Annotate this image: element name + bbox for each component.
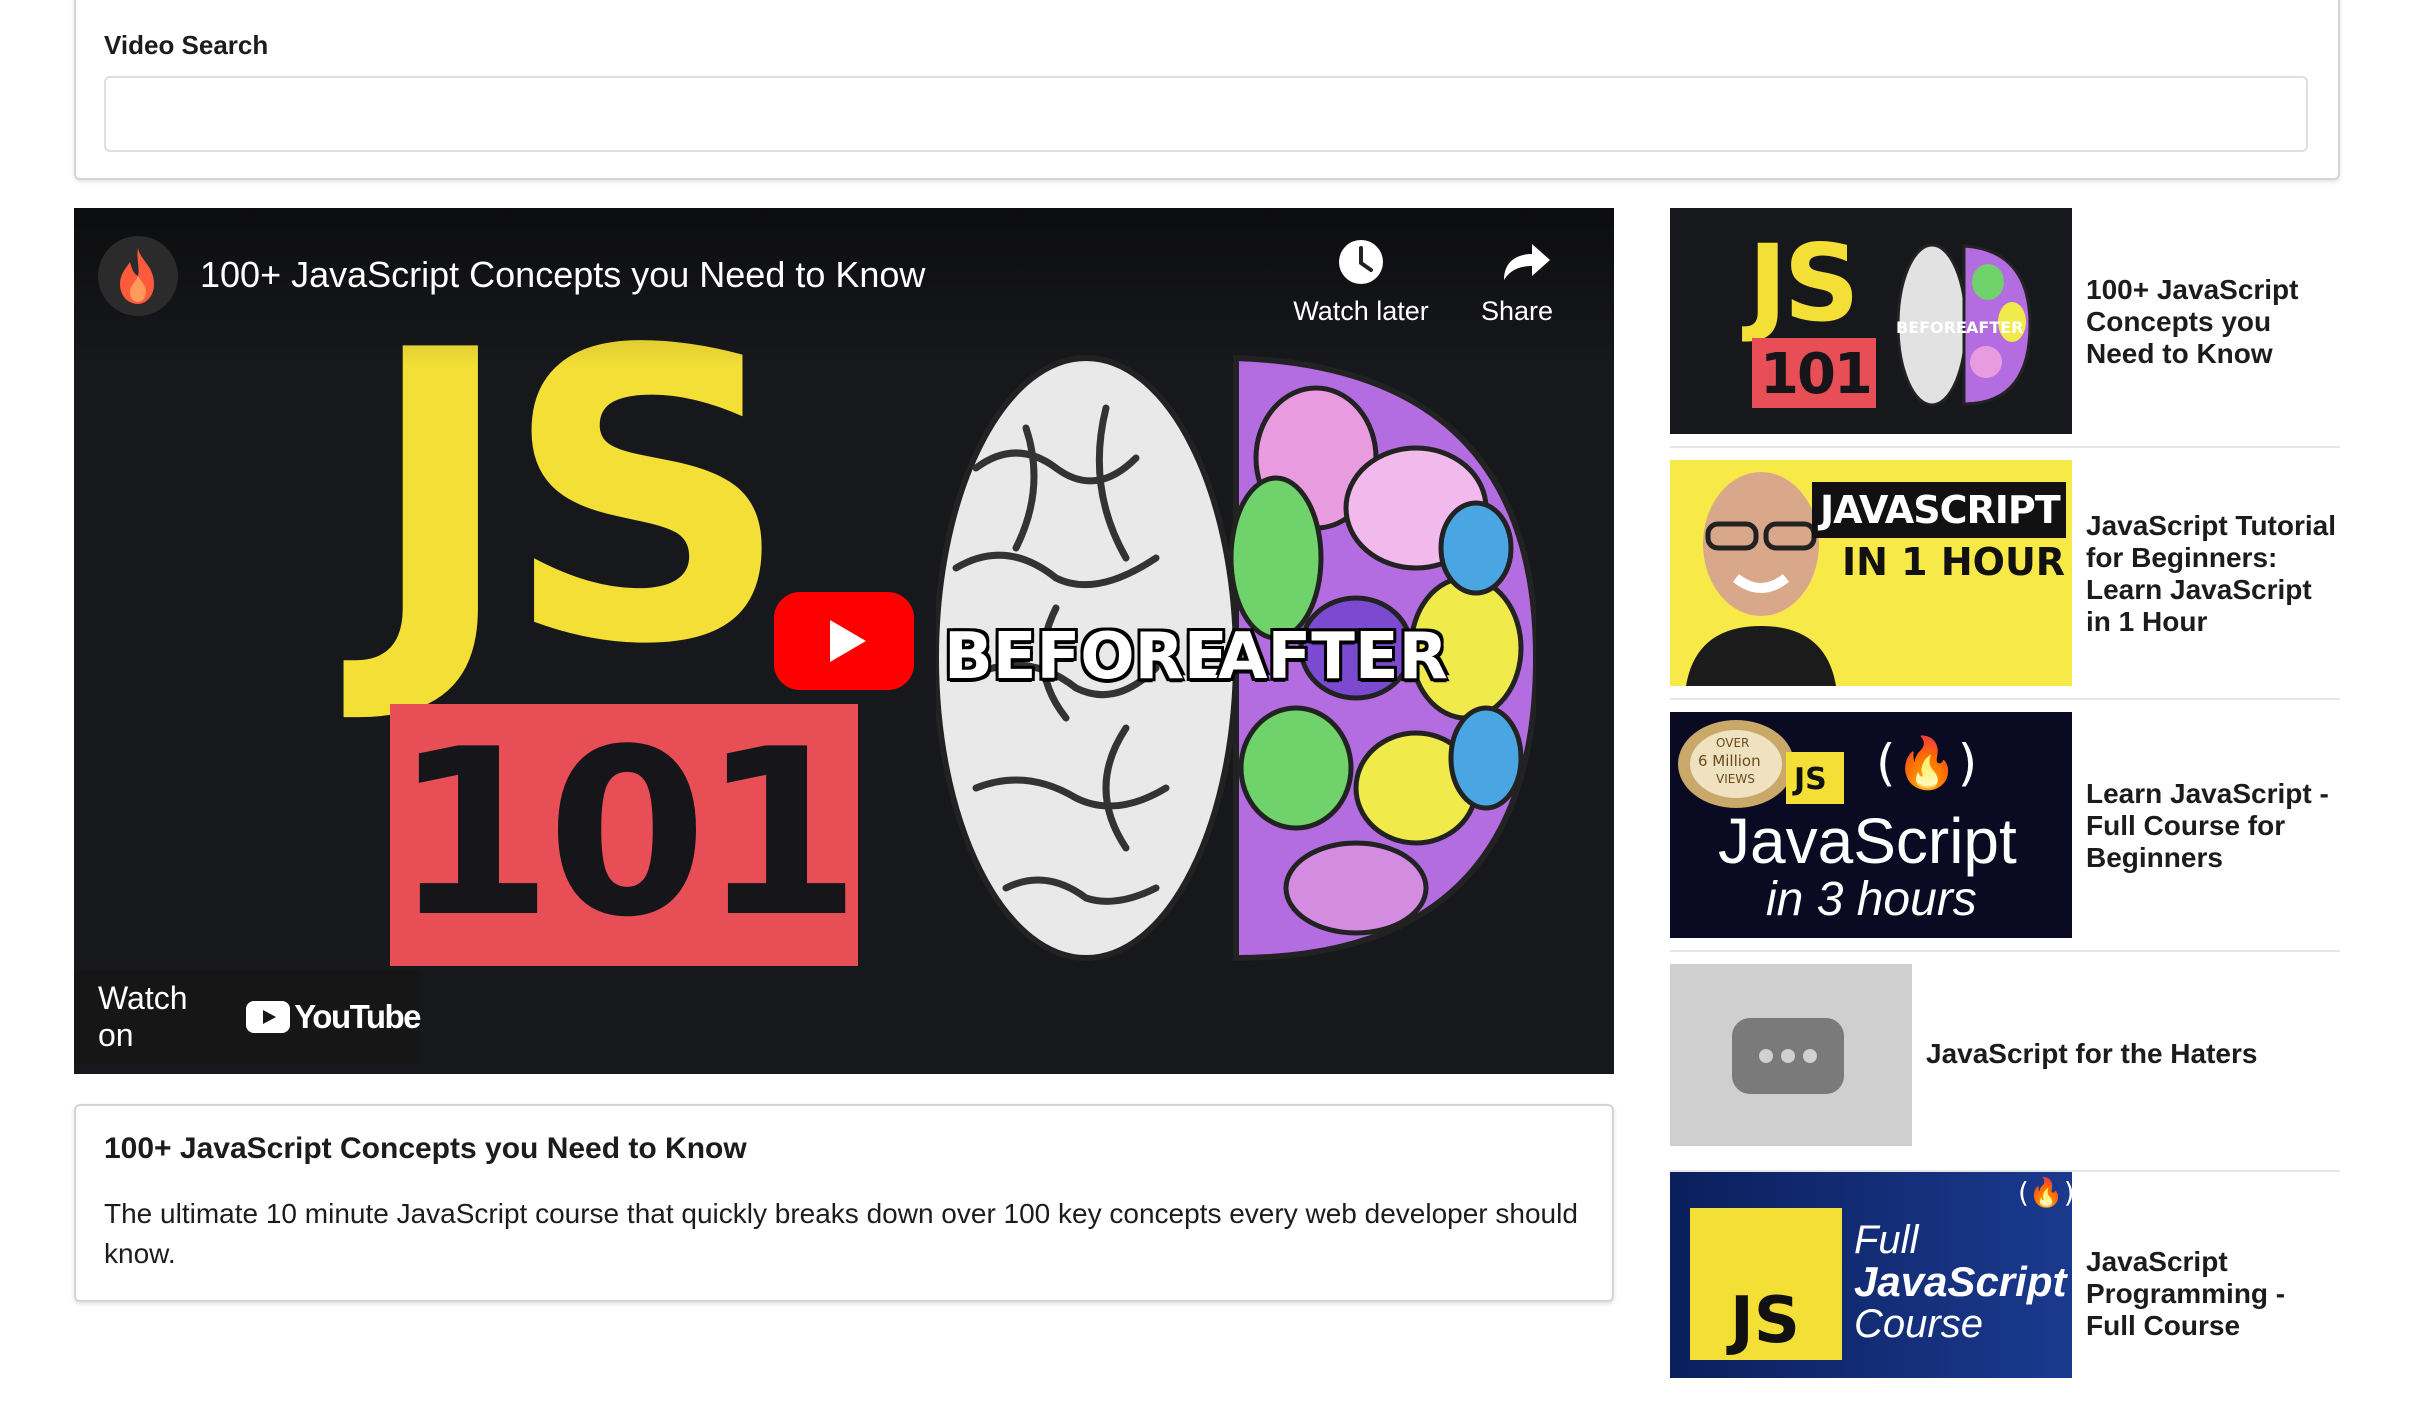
video-list-item[interactable]: (🔥) JS Full JavaScript Course JavaScript…	[1670, 1172, 2340, 1412]
thumbnail-line2: IN 1 HOUR	[1842, 540, 2066, 584]
js-logo-box: JS	[1690, 1208, 1842, 1360]
video-list-item[interactable]: JavaScript for the Haters	[1670, 964, 2340, 1172]
video-list-item-title[interactable]: Learn JavaScript - Full Course for Begin…	[2086, 778, 2340, 874]
video-detail-description: The ultimate 10 minute JavaScript course…	[104, 1198, 1578, 1269]
thumbnail-line3: Course	[1854, 1302, 1983, 1346]
search-form: Video Search	[74, 0, 2340, 180]
share-label: Share	[1480, 296, 1554, 326]
video-detail-card: 100+ JavaScript Concepts you Need to Kno…	[74, 1104, 1614, 1302]
fire-icon	[120, 248, 154, 304]
video-list-item-title[interactable]: 100+ JavaScript Concepts you Need to Kno…	[2086, 274, 2340, 370]
more-dots-icon	[1732, 1018, 1844, 1094]
fcc-logo: (🔥)	[1876, 734, 1978, 792]
video-player[interactable]: JS 101 BEFORE AFTER 100+ JavaScript Conc…	[74, 208, 1614, 1074]
share-button[interactable]: Share	[1442, 232, 1592, 327]
thumbnail-before-label: BEFORE	[1896, 318, 1967, 337]
video-list-item[interactable]: OVER 6 Million VIEWS JS (🔥) JavaScript i…	[1670, 712, 2340, 952]
clock-icon	[1339, 240, 1383, 284]
thumbnail-before-label: BEFORE	[944, 620, 1228, 694]
video-thumbnail[interactable]: OVER 6 Million VIEWS JS (🔥) JavaScript i…	[1670, 712, 2072, 938]
watch-on-label: Watch on	[98, 980, 188, 1053]
video-thumbnail[interactable]: (🔥) JS Full JavaScript Course	[1670, 1172, 2072, 1378]
thumbnail-js-text: JS	[1748, 222, 1860, 345]
thumbnail-line2: JavaScript	[1854, 1258, 2067, 1305]
video-list-item-title[interactable]: JavaScript Programming - Full Course	[2086, 1246, 2340, 1342]
player-video-title[interactable]: 100+ JavaScript Concepts you Need to Kno…	[200, 254, 925, 296]
thumbnail-101-box: 101	[1752, 338, 1876, 408]
thumbnail-101-text: 101	[392, 701, 861, 968]
youtube-logo: YouTube	[246, 998, 421, 1036]
video-detail-title: 100+ JavaScript Concepts you Need to Kno…	[104, 1132, 747, 1165]
thumbnail-101-box: 101	[390, 701, 861, 968]
video-list-item[interactable]: JAVASCRIPT IN 1 HOUR JavaScript Tutorial…	[1670, 460, 2340, 700]
js-logo-box: JS	[1786, 752, 1844, 804]
watch-later-button[interactable]: Watch later	[1286, 232, 1436, 327]
channel-avatar[interactable]	[98, 236, 178, 316]
youtube-wordmark: YouTube	[294, 998, 421, 1035]
thumbnail-label-box: JAVASCRIPT	[1812, 482, 2066, 538]
youtube-play-icon	[246, 1001, 291, 1033]
video-thumbnail[interactable]	[1670, 964, 1912, 1146]
badge-mid-text: 6 Million	[1698, 752, 1761, 770]
badge-top-text: OVER	[1716, 736, 1750, 750]
thumbnail-line1: JavaScript	[1718, 805, 2017, 877]
badge-bottom-text: VIEWS	[1716, 772, 1755, 786]
thumbnail-101-text: 101	[1760, 342, 1873, 407]
video-list-item-title[interactable]: JavaScript Tutorial for Beginners: Learn…	[2086, 510, 2340, 638]
thumbnail-line1: JAVASCRIPT	[1820, 488, 2061, 532]
watch-on-youtube-button[interactable]: Watch on YouTube	[74, 970, 421, 1064]
play-button-icon[interactable]	[774, 592, 914, 690]
thumbnail-after-label: AFTER	[1218, 620, 1448, 694]
search-input[interactable]	[104, 76, 2308, 152]
js-logo-text: JS	[1730, 1284, 1800, 1358]
watch-later-label: Watch later	[1293, 296, 1429, 326]
js-logo-text: JS	[1794, 762, 1827, 797]
thumbnail-line2: in 3 hours	[1766, 873, 1977, 926]
video-list-item-title[interactable]: JavaScript for the Haters	[1926, 1038, 2340, 1070]
share-icon	[1504, 244, 1550, 280]
video-thumbnail[interactable]: JS 101 BEFORE AFTER	[1670, 208, 2072, 434]
search-label: Video Search	[104, 30, 269, 60]
thumbnail-after-label: AFTER	[1966, 318, 2024, 337]
video-list-item[interactable]: JS 101 BEFORE AFTER 100+ JavaScript Conc…	[1670, 208, 2340, 448]
video-thumbnail[interactable]: JAVASCRIPT IN 1 HOUR	[1670, 460, 2072, 686]
thumbnail-line1: Full	[1854, 1218, 1919, 1262]
fcc-logo: (🔥)	[2018, 1176, 2072, 1209]
